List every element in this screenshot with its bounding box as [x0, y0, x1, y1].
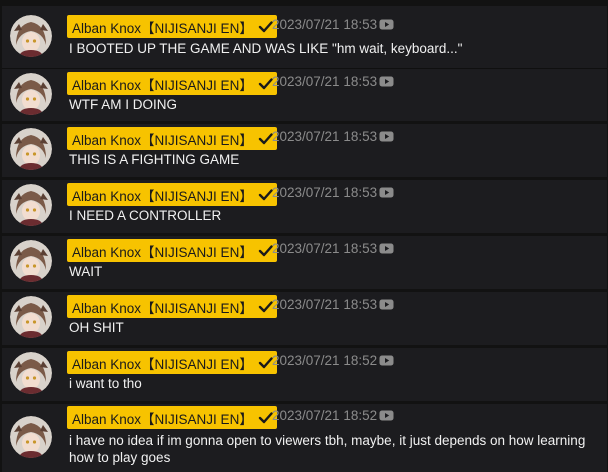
avatar[interactable]	[10, 296, 52, 338]
message-meta: 2023/07/21 18:52	[272, 408, 394, 423]
chat-message: Alban Knox【NIJISANJI EN】 2023/07/21 18:5…	[2, 180, 607, 233]
author-name: Alban Knox【NIJISANJI EN】	[72, 20, 253, 36]
avatar[interactable]	[10, 352, 52, 394]
message-text: I NEED A CONTROLLER	[69, 208, 222, 223]
author-name-badge[interactable]: Alban Knox【NIJISANJI EN】	[67, 15, 277, 38]
avatar[interactable]	[10, 15, 52, 57]
author-name-badge[interactable]: Alban Knox【NIJISANJI EN】	[67, 183, 277, 206]
timestamp: 2023/07/21 18:53	[272, 297, 378, 312]
timestamp: 2023/07/21 18:53	[272, 17, 378, 32]
author-name: Alban Knox【NIJISANJI EN】	[72, 188, 253, 204]
youtube-icon[interactable]	[379, 76, 394, 87]
chat-message: Alban Knox【NIJISANJI EN】 2023/07/21 18:5…	[2, 404, 607, 472]
author-name: Alban Knox【NIJISANJI EN】	[72, 132, 253, 148]
check-icon	[258, 299, 273, 314]
check-icon	[258, 187, 273, 202]
author-name-badge[interactable]: Alban Knox【NIJISANJI EN】	[67, 295, 277, 318]
avatar[interactable]	[10, 416, 52, 458]
chat-message: Alban Knox【NIJISANJI EN】 2023/07/21 18:5…	[2, 292, 607, 345]
youtube-icon[interactable]	[379, 299, 394, 310]
message-meta: 2023/07/21 18:53	[272, 129, 394, 144]
youtube-icon[interactable]	[379, 187, 394, 198]
message-meta: 2023/07/21 18:53	[272, 74, 394, 89]
author-name-badge[interactable]: Alban Knox【NIJISANJI EN】	[67, 72, 277, 95]
message-meta: 2023/07/21 18:53	[272, 241, 394, 256]
timestamp: 2023/07/21 18:53	[272, 241, 378, 256]
author-name: Alban Knox【NIJISANJI EN】	[72, 300, 253, 316]
author-name: Alban Knox【NIJISANJI EN】	[72, 244, 253, 260]
check-icon	[258, 243, 273, 258]
chat-message: Alban Knox【NIJISANJI EN】 2023/07/21 18:5…	[2, 6, 607, 68]
avatar[interactable]	[10, 184, 52, 226]
timestamp: 2023/07/21 18:52	[272, 353, 378, 368]
author-name-badge[interactable]: Alban Knox【NIJISANJI EN】	[67, 351, 277, 374]
message-text: I BOOTED UP THE GAME AND WAS LIKE "hm wa…	[69, 41, 463, 56]
message-text: WTF AM I DOING	[69, 97, 177, 112]
author-name-badge[interactable]: Alban Knox【NIJISANJI EN】	[67, 239, 277, 262]
avatar[interactable]	[10, 240, 52, 282]
author-name-badge[interactable]: Alban Knox【NIJISANJI EN】	[67, 406, 277, 429]
message-text: THIS IS A FIGHTING GAME	[69, 152, 240, 167]
youtube-icon[interactable]	[379, 19, 394, 30]
youtube-icon[interactable]	[379, 131, 394, 142]
check-icon	[258, 131, 273, 146]
timestamp: 2023/07/21 18:53	[272, 185, 378, 200]
message-meta: 2023/07/21 18:52	[272, 353, 394, 368]
check-icon	[258, 355, 273, 370]
chat-message: Alban Knox【NIJISANJI EN】 2023/07/21 18:5…	[2, 236, 607, 289]
check-icon	[258, 76, 273, 91]
message-meta: 2023/07/21 18:53	[272, 17, 394, 32]
avatar[interactable]	[10, 73, 52, 115]
chat-message: Alban Knox【NIJISANJI EN】 2023/07/21 18:5…	[2, 68, 607, 121]
author-name: Alban Knox【NIJISANJI EN】	[72, 77, 253, 93]
timestamp: 2023/07/21 18:52	[272, 408, 378, 423]
timestamp: 2023/07/21 18:53	[272, 129, 378, 144]
chat-log: Alban Knox【NIJISANJI EN】 2023/07/21 18:5…	[0, 0, 608, 472]
message-meta: 2023/07/21 18:53	[272, 185, 394, 200]
message-text: OH SHIT	[69, 320, 124, 335]
check-icon	[258, 19, 273, 34]
youtube-icon[interactable]	[379, 243, 394, 254]
author-name-badge[interactable]: Alban Knox【NIJISANJI EN】	[67, 127, 277, 150]
message-text: i want to tho	[69, 376, 142, 391]
timestamp: 2023/07/21 18:53	[272, 74, 378, 89]
youtube-icon[interactable]	[379, 410, 394, 421]
message-text: i have no idea if im gonna open to viewe…	[69, 433, 586, 465]
check-icon	[258, 410, 273, 425]
message-text: WAIT	[69, 264, 103, 279]
youtube-icon[interactable]	[379, 355, 394, 366]
avatar[interactable]	[10, 128, 52, 170]
message-meta: 2023/07/21 18:53	[272, 297, 394, 312]
chat-message: Alban Knox【NIJISANJI EN】 2023/07/21 18:5…	[2, 124, 607, 177]
author-name: Alban Knox【NIJISANJI EN】	[72, 411, 253, 427]
author-name: Alban Knox【NIJISANJI EN】	[72, 356, 253, 372]
chat-message: Alban Knox【NIJISANJI EN】 2023/07/21 18:5…	[2, 348, 607, 401]
